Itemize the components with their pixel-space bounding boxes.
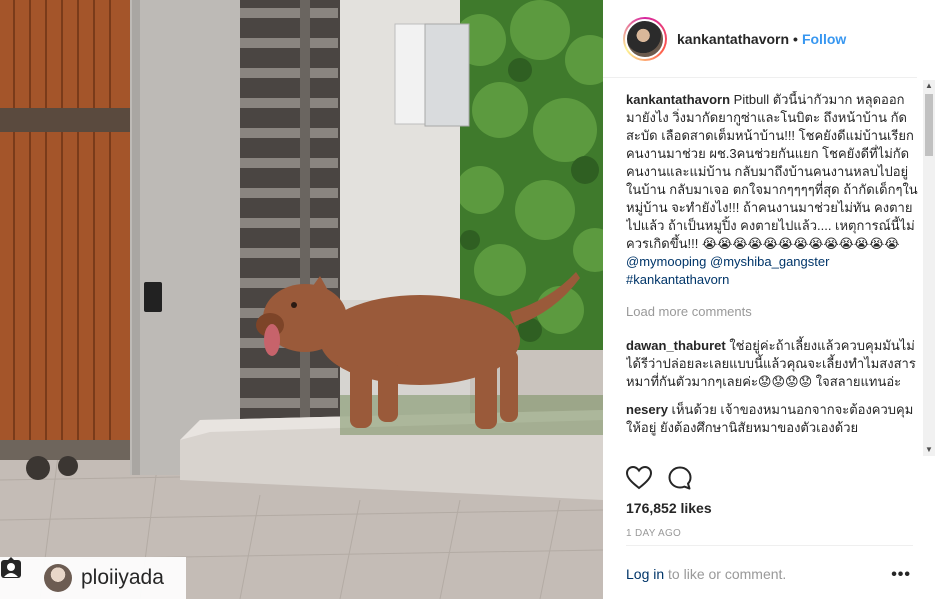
login-link[interactable]: Log in — [626, 566, 664, 582]
caption-username[interactable]: kankantathavorn — [626, 92, 730, 107]
more-options-icon[interactable]: ••• — [891, 566, 911, 584]
comment-item: dawan_thaburet ใช่อยู่ค่ะถ้าเลี้ยงแล้วคว… — [626, 337, 918, 391]
scrollbar-thumb[interactable] — [925, 94, 933, 156]
tagged-username[interactable]: ploiiyada — [81, 566, 164, 590]
comment-text: เห็นด้วย เจ้าของหมานอกจากจะต้องควบคุมให้… — [626, 402, 914, 435]
post-timestamp[interactable]: 1 DAY AGO — [626, 528, 681, 539]
comments-list[interactable]: kankantathavorn Pitbull ตัวนี้น่ากัวมาก … — [626, 91, 918, 455]
comment-item: nesery เห็นด้วย เจ้าของหมานอกจากจะต้องคว… — [626, 401, 918, 437]
login-prompt-text: to like or comment. — [664, 566, 787, 582]
caption-hashtag[interactable]: #kankantathavorn — [626, 271, 918, 289]
scroll-up-arrow-icon[interactable]: ▲ — [923, 80, 935, 92]
caption: kankantathavorn Pitbull ตัวนี้น่ากัวมาก … — [626, 91, 918, 289]
login-prompt: Log in to like or comment. — [626, 566, 786, 582]
comment-bubble-icon[interactable] — [668, 466, 692, 495]
photo-scene — [0, 0, 603, 599]
comments-scrollbar[interactable]: ▲ ▼ — [923, 80, 935, 456]
post-actions — [625, 465, 692, 495]
comment-username[interactable]: nesery — [626, 402, 668, 417]
tagged-user-overlay[interactable]: ploiiyada — [0, 557, 186, 599]
post-photo[interactable]: ploiiyada — [0, 0, 603, 599]
caption-mentions[interactable]: @mymooping @myshiba_gangster — [626, 253, 918, 271]
author-avatar[interactable] — [623, 16, 667, 61]
post-side-panel: kankantathavorn • Follow kankantathavorn… — [603, 0, 937, 599]
user-tag-icon — [1, 557, 36, 592]
tagged-user-avatar — [44, 564, 72, 592]
scroll-down-arrow-icon[interactable]: ▼ — [923, 444, 935, 456]
post-header: kankantathavorn • Follow — [603, 0, 917, 78]
author-username[interactable]: kankantathavorn — [677, 31, 789, 47]
like-count[interactable]: 176,852 likes — [626, 500, 712, 516]
comment-username[interactable]: dawan_thaburet — [626, 338, 726, 353]
caption-text: Pitbull ตัวนี้น่ากัวมาก หลุดออกมายังไง ว… — [626, 92, 918, 251]
header-separator: • — [793, 30, 798, 47]
load-more-comments-button[interactable]: Load more comments — [626, 303, 918, 321]
heart-icon[interactable] — [625, 465, 653, 495]
follow-button[interactable]: Follow — [802, 31, 846, 47]
footer-divider — [626, 545, 913, 546]
